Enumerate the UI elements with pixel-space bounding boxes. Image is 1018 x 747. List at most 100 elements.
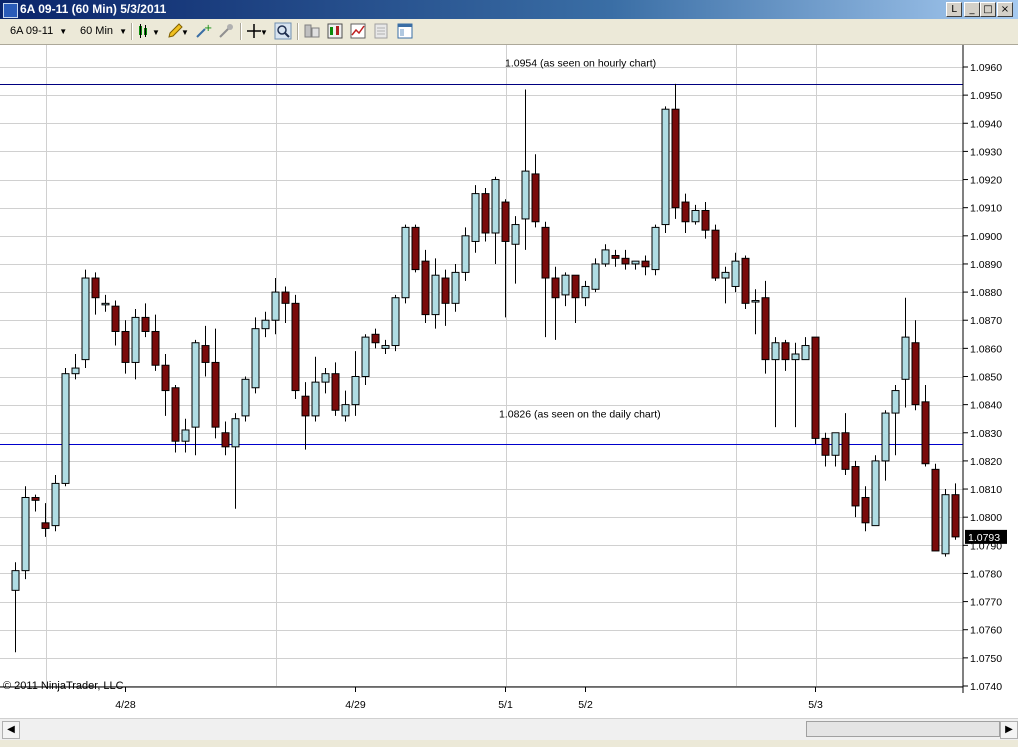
minimize-button[interactable]: _	[964, 2, 980, 17]
instrument-selector[interactable]: 6A 09-11 ▼	[10, 23, 67, 39]
chevron-down-icon: ▼	[119, 27, 128, 36]
candle-body-down	[411, 226, 420, 271]
data-box-icon	[304, 24, 320, 38]
candle-body-up	[771, 342, 780, 361]
price-axis: 1.0960 1.0950 1.0940 1.0930 1.0920 1.0910 1.09…	[963, 62, 1002, 693]
candle-body-up	[71, 367, 80, 375]
candle	[411, 224, 420, 273]
candle	[401, 224, 410, 304]
price-tick-label: 1.0780	[970, 568, 1002, 580]
price-level-label: 1.0826 (as seen on the daily chart)	[499, 409, 661, 421]
chart-trader-icon	[327, 23, 343, 39]
candle-body-down	[441, 277, 450, 304]
candle-body-up	[341, 404, 350, 417]
candle-body-down	[31, 496, 40, 501]
candle-body-up	[81, 277, 90, 361]
properties-button[interactable]	[372, 22, 390, 40]
price-tick-label: 1.0850	[970, 372, 1002, 384]
candle-body-up	[831, 432, 840, 456]
scroll-right-arrow[interactable]: ▶	[1000, 721, 1018, 739]
candle-body-down	[551, 277, 560, 299]
candle-body-up	[731, 260, 740, 287]
candle-body-down	[841, 432, 850, 470]
candle-body-up	[191, 342, 200, 428]
candle-body-up	[311, 381, 320, 417]
candle-body-up	[561, 274, 570, 296]
candle-body-up	[11, 570, 20, 591]
chart-trader-button[interactable]	[326, 22, 344, 40]
candle-body-down	[421, 260, 430, 316]
price-tick-label: 1.0820	[970, 456, 1002, 468]
candle	[481, 187, 490, 242]
add-indicator-icon: +	[196, 23, 212, 38]
candle	[21, 486, 30, 580]
candle-body-down	[951, 494, 960, 538]
price-tick-label: 1.0770	[970, 597, 1002, 609]
candle-body-up	[591, 263, 600, 290]
scroll-left-arrow[interactable]: ◀	[2, 721, 20, 739]
performance-button[interactable]	[349, 22, 367, 40]
templates-button[interactable]	[396, 22, 414, 40]
candle-body-up	[751, 300, 760, 303]
price-tick-label: 1.0750	[970, 653, 1002, 665]
window-title: 6A 09-11 (60 Min) 5/3/2011	[20, 2, 167, 16]
candle-body-up	[581, 285, 590, 299]
candle-body-down	[741, 257, 750, 304]
svg-text:+: +	[204, 23, 212, 34]
candle-body-down	[611, 255, 620, 259]
interval-selector[interactable]: 60 Min ▼	[80, 23, 127, 39]
candle-body-up	[631, 260, 640, 265]
horizontal-scrollbar[interactable]: ◀ ▶	[0, 718, 1018, 740]
candle-body-down	[501, 201, 510, 242]
candle	[941, 489, 950, 557]
candle-body-up	[21, 496, 30, 572]
candle-body-down	[821, 437, 830, 456]
interval-label: 60 Min	[80, 25, 114, 37]
scrollbar-thumb[interactable]	[806, 721, 1000, 737]
candle	[461, 227, 470, 281]
line-chart-icon	[350, 23, 366, 39]
price-tick-label: 1.0940	[970, 118, 1002, 130]
candle	[81, 269, 90, 369]
price-chart[interactable]: 1.0954 (as seen on hourly chart) 1.0826 (…	[0, 45, 1018, 718]
candle-body-down	[371, 333, 380, 344]
candle-body-up	[471, 193, 480, 242]
template-icon	[397, 23, 413, 39]
maximize-button[interactable]: □	[980, 2, 996, 17]
toolbar-separator	[240, 23, 242, 40]
candle-body-down	[91, 277, 100, 299]
candle-body-up	[271, 291, 280, 321]
candle-body-up	[401, 226, 410, 299]
candle-body-up	[381, 345, 390, 349]
candle-body-down	[121, 330, 130, 363]
properties-icon	[374, 23, 388, 39]
candle-body-down	[641, 260, 650, 268]
candle-body-down	[851, 466, 860, 507]
indicators-button[interactable]: +	[194, 22, 212, 40]
candle-body-up	[901, 336, 910, 380]
price-tick-label: 1.0910	[970, 203, 1002, 215]
candle-body-up	[881, 412, 890, 462]
candle-body-down	[711, 229, 720, 279]
candle-body-up	[691, 209, 700, 223]
candle-body-down	[931, 468, 940, 552]
candle-body-down	[621, 257, 630, 265]
candle-body-up	[601, 249, 610, 265]
price-tick-label: 1.0920	[970, 175, 1002, 187]
price-tick-label: 1.0890	[970, 259, 1002, 271]
candle-body-up	[451, 271, 460, 304]
zoom-button[interactable]	[274, 22, 292, 40]
strategies-button[interactable]	[217, 22, 235, 40]
price-tick-label: 1.0870	[970, 315, 1002, 327]
price-tick-label: 1.0740	[970, 681, 1002, 693]
candle	[251, 317, 260, 394]
link-icon[interactable]: L	[946, 2, 962, 17]
close-button[interactable]: ×	[997, 2, 1013, 17]
data-box-button[interactable]	[303, 22, 321, 40]
candle	[291, 294, 300, 400]
toolbar-separator	[131, 23, 133, 40]
candle-body-up	[461, 235, 470, 273]
candle-body-up	[941, 494, 950, 555]
price-tick-label: 1.0960	[970, 62, 1002, 74]
candle-body-up	[101, 302, 110, 306]
